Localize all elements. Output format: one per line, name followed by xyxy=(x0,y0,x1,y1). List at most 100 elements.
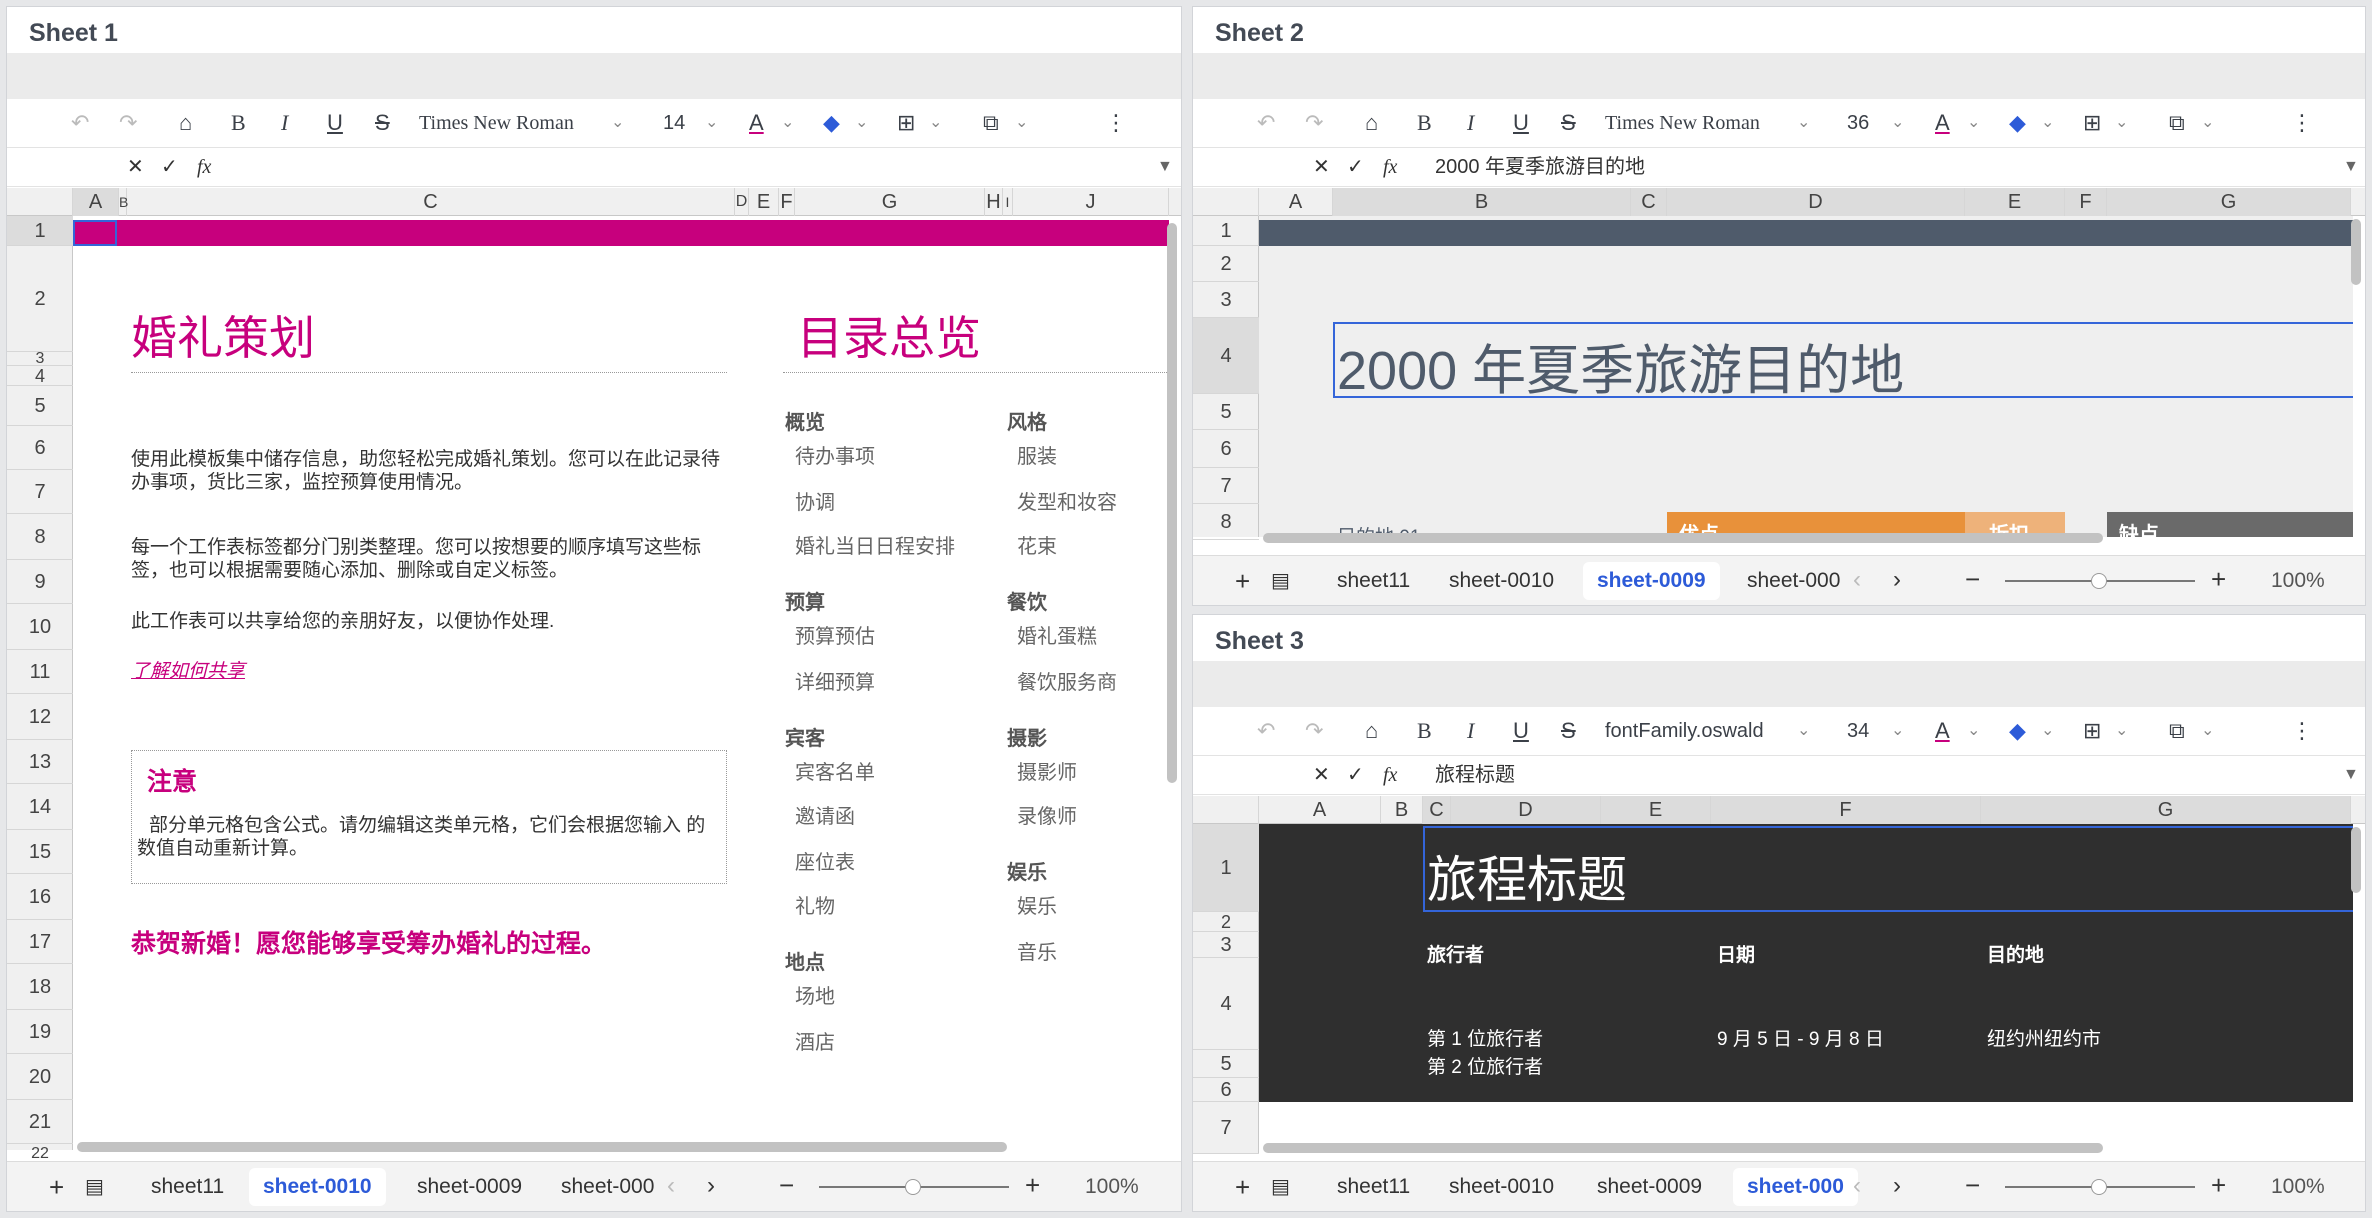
expand-formula-icon[interactable]: ▼ xyxy=(2343,148,2359,186)
toc-item[interactable]: 协调 xyxy=(795,486,835,515)
toc-item[interactable]: 礼物 xyxy=(795,890,835,919)
sheet-tab[interactable]: sheet-0010 xyxy=(1435,1168,1568,1206)
column-header-cell[interactable]: E xyxy=(749,188,779,216)
border-icon[interactable]: ⊞ xyxy=(2083,99,2101,147)
more-icon[interactable]: ⋮ xyxy=(1105,99,1127,147)
font-size-select[interactable]: 34 xyxy=(1847,707,1869,755)
formula-input[interactable]: 旅程标题 xyxy=(1435,756,1515,794)
chevron-down-icon[interactable]: ⌄ xyxy=(1967,707,1980,755)
column-header-cell[interactable]: E xyxy=(1965,188,2065,216)
column-header-cell[interactable]: B xyxy=(119,188,128,216)
zoom-in-icon[interactable]: + xyxy=(1025,1170,1040,1201)
chevron-down-icon[interactable]: ⌄ xyxy=(1891,707,1904,755)
sheet-tab[interactable]: sheet-000 xyxy=(1733,562,1854,600)
row-header-cell[interactable]: 17 xyxy=(7,920,73,964)
sheet3-grid[interactable]: 旅程标题 旅行者 日期 目的地 第 1 位旅行者 9 月 5 日 - 9 月 8… xyxy=(1259,824,2353,1154)
column-header-cell[interactable]: D xyxy=(1667,188,1965,216)
row-header-cell[interactable]: 2 xyxy=(7,246,73,352)
toc-item[interactable]: 详细预算 xyxy=(795,666,875,695)
row-header-cell[interactable]: 20 xyxy=(7,1054,73,1100)
toc-item[interactable]: 婚礼当日日程安排 xyxy=(795,530,955,559)
column-header-cell[interactable]: F xyxy=(2065,188,2107,216)
redo-icon[interactable]: ↷ xyxy=(1305,707,1323,755)
sheet-tab-active[interactable]: sheet-0010 xyxy=(249,1168,386,1206)
tab-scroll-left-icon[interactable]: ‹ xyxy=(1853,1172,1861,1200)
underline-icon[interactable]: U xyxy=(1513,707,1529,755)
sheet-list-icon[interactable]: ▤ xyxy=(1271,568,1290,593)
row-header-cell[interactable]: 6 xyxy=(1193,1078,1259,1102)
row-header-cell[interactable]: 4 xyxy=(1193,958,1259,1050)
toc-item[interactable]: 录像师 xyxy=(1017,800,1077,829)
sheet2-grid[interactable]: 2000 年夏季旅游目的地 目的地 01 优点 折扣 缺点 xyxy=(1259,216,2353,537)
tab-scroll-right-icon[interactable]: › xyxy=(1893,1172,1901,1200)
fx-icon[interactable]: fx xyxy=(1383,756,1397,794)
redo-icon[interactable]: ↷ xyxy=(1305,99,1323,147)
toc-item[interactable]: 婚礼蛋糕 xyxy=(1017,620,1097,649)
chevron-down-icon[interactable]: ⌄ xyxy=(781,99,794,147)
row-header-cell[interactable]: 16 xyxy=(7,874,73,920)
chevron-down-icon[interactable]: ⌄ xyxy=(2041,99,2054,147)
chevron-down-icon[interactable]: ⌄ xyxy=(2115,707,2128,755)
font-family-select[interactable]: Times New Roman xyxy=(419,99,574,147)
row-header-cell[interactable]: 3 xyxy=(1193,282,1259,318)
zoom-in-icon[interactable]: + xyxy=(2211,564,2226,595)
toc-item[interactable]: 宾客名单 xyxy=(795,756,875,785)
column-header-cell[interactable]: I xyxy=(1003,188,1013,216)
cancel-icon[interactable]: ✕ xyxy=(127,148,144,186)
row-header-cell[interactable]: 6 xyxy=(7,426,73,470)
confirm-icon[interactable]: ✓ xyxy=(1347,148,1364,186)
sheet-list-icon[interactable]: ▤ xyxy=(1271,1174,1290,1199)
italic-icon[interactable]: I xyxy=(281,99,288,147)
column-header-cell[interactable]: B xyxy=(1381,796,1423,824)
zoom-slider-knob[interactable] xyxy=(2091,573,2107,589)
toc-item[interactable]: 预算预估 xyxy=(795,620,875,649)
toc-item[interactable]: 酒店 xyxy=(795,1026,835,1055)
toc-item[interactable]: 邀请函 xyxy=(795,800,855,829)
row-header-cell[interactable]: 7 xyxy=(1193,468,1259,504)
column-header-cell[interactable]: H xyxy=(985,188,1003,216)
chevron-down-icon[interactable]: ⌄ xyxy=(705,99,718,147)
sheet-tab[interactable]: sheet-0010 xyxy=(1435,562,1568,600)
column-header-cell[interactable]: J xyxy=(1013,188,1169,216)
strikethrough-icon[interactable]: S xyxy=(1561,707,1576,755)
zoom-out-icon[interactable]: − xyxy=(1965,564,1980,595)
toc-item[interactable]: 服装 xyxy=(1017,440,1057,469)
column-header-cell[interactable]: A xyxy=(73,188,119,216)
undo-icon[interactable]: ↶ xyxy=(71,99,89,147)
column-header-cell[interactable]: C xyxy=(127,188,735,216)
font-family-select[interactable]: Times New Roman xyxy=(1605,99,1760,147)
row-header-cell[interactable]: 19 xyxy=(7,1010,73,1054)
format-painter-icon[interactable]: ⌂ xyxy=(1365,99,1378,147)
bold-icon[interactable]: B xyxy=(231,99,246,147)
toc-item[interactable]: 场地 xyxy=(795,980,835,1009)
sheet-tab[interactable]: sheet11 xyxy=(137,1168,238,1206)
zoom-out-icon[interactable]: − xyxy=(779,1170,794,1201)
cancel-icon[interactable]: ✕ xyxy=(1313,756,1330,794)
strikethrough-icon[interactable]: S xyxy=(1561,99,1576,147)
vertical-scrollbar[interactable] xyxy=(2351,219,2361,285)
row-header-cell[interactable]: 4 xyxy=(1193,318,1259,394)
row-header-cell[interactable]: 1 xyxy=(1193,824,1259,912)
chevron-down-icon[interactable]: ⌄ xyxy=(1797,99,1810,147)
row-header-cell[interactable]: 3 xyxy=(7,351,73,367)
text-color-icon[interactable]: A xyxy=(749,99,764,147)
row-header-cell[interactable]: 11 xyxy=(7,650,73,694)
row-header-cell[interactable]: 13 xyxy=(7,740,73,784)
sheet-tab[interactable]: sheet-0009 xyxy=(1583,1168,1716,1206)
chevron-down-icon[interactable]: ⌄ xyxy=(1797,707,1810,755)
row-header-cell[interactable]: 7 xyxy=(7,470,73,514)
font-size-select[interactable]: 36 xyxy=(1847,99,1869,147)
expand-formula-icon[interactable]: ▼ xyxy=(2343,756,2359,794)
horizontal-scrollbar[interactable] xyxy=(1263,533,2103,543)
more-icon[interactable]: ⋮ xyxy=(2291,707,2313,755)
column-header-cell[interactable]: G xyxy=(1981,796,2351,824)
add-sheet-icon[interactable]: + xyxy=(1235,1172,1250,1203)
zoom-out-icon[interactable]: − xyxy=(1965,1170,1980,1201)
row-header-cell[interactable]: 9 xyxy=(7,560,73,604)
toc-item[interactable]: 娱乐 xyxy=(1017,890,1057,919)
chevron-down-icon[interactable]: ⌄ xyxy=(1015,99,1028,147)
row-header-cell[interactable]: 18 xyxy=(7,964,73,1010)
toc-item[interactable]: 座位表 xyxy=(795,846,855,875)
toc-item[interactable]: 发型和妆容 xyxy=(1017,486,1117,515)
share-link[interactable]: 了解如何共享 xyxy=(131,656,245,683)
